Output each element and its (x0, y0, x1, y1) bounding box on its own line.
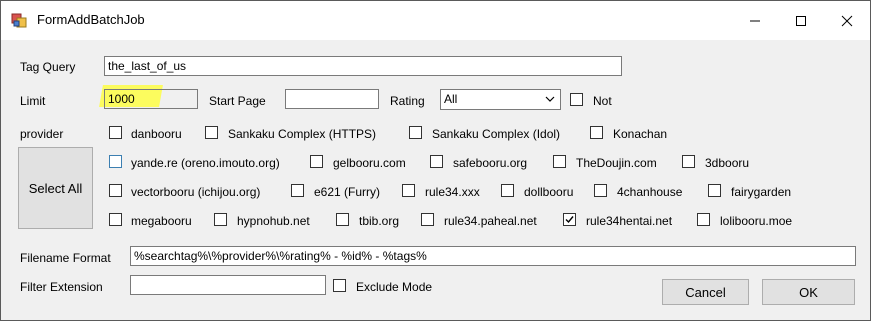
title-bar: FormAddBatchJob (1, 1, 870, 40)
filter-extension-input[interactable] (130, 275, 326, 295)
cancel-button[interactable]: Cancel (662, 279, 749, 305)
provider-label-dollbooru: dollbooru (524, 185, 574, 199)
provider-label: provider (20, 127, 64, 141)
provider-checkbox-safebooru[interactable] (430, 155, 443, 168)
minimize-icon (750, 20, 760, 21)
provider-checkbox-fairygarden[interactable] (708, 184, 721, 197)
close-icon (841, 15, 853, 26)
provider-label-gelbooru: gelbooru.com (333, 156, 406, 170)
provider-checkbox-megabooru[interactable] (109, 213, 122, 226)
limit-input[interactable]: 1000 (104, 89, 198, 109)
window-title: FormAddBatchJob (37, 12, 145, 27)
provider-checkbox-dollbooru[interactable] (501, 184, 514, 197)
rating-label: Rating (390, 94, 425, 108)
limit-label: Limit (20, 94, 46, 108)
exclude-mode-checkbox[interactable] (333, 279, 346, 292)
provider-label-e621: e621 (Furry) (314, 185, 381, 199)
start-page-label: Start Page (209, 94, 266, 108)
provider-checkbox-vectorbooru[interactable] (109, 184, 122, 197)
provider-checkbox-e621[interactable] (291, 184, 304, 197)
start-page-input[interactable] (285, 89, 379, 109)
filter-extension-label: Filter Extension (20, 280, 103, 294)
provider-checkbox-danbooru[interactable] (109, 126, 122, 139)
checkmark-icon (565, 216, 574, 224)
filename-format-label: Filename Format (20, 251, 111, 265)
provider-checkbox-thedoujin[interactable] (553, 155, 566, 168)
maximize-button[interactable] (778, 1, 824, 40)
provider-label-konachan: Konachan (613, 127, 668, 141)
provider-label-sankaku-https: Sankaku Complex (HTTPS) (228, 127, 377, 141)
provider-label-rule34paheal: rule34.paheal.net (444, 214, 537, 228)
provider-label-fairygarden: fairygarden (731, 185, 792, 199)
minimize-button[interactable] (732, 1, 778, 40)
provider-checkbox-gelbooru[interactable] (310, 155, 323, 168)
provider-checkbox-4chanhouse[interactable] (594, 184, 607, 197)
provider-label-megabooru: megabooru (131, 214, 192, 228)
rating-select[interactable]: All (440, 89, 561, 110)
provider-label-hypnohub: hypnohub.net (237, 214, 310, 228)
not-checkbox-label: Not (593, 94, 612, 108)
filename-format-input[interactable]: %searchtag%\%provider%\%rating% - %id% -… (130, 246, 856, 266)
provider-label-yandere: yande.re (oreno.imouto.org) (131, 156, 280, 170)
chevron-down-icon (545, 96, 555, 102)
provider-checkbox-sankaku-idol[interactable] (409, 126, 422, 139)
exclude-mode-label: Exclude Mode (356, 280, 433, 294)
tag-query-label: Tag Query (20, 60, 76, 74)
provider-checkbox-tbib[interactable] (336, 213, 349, 226)
provider-label-3dbooru: 3dbooru (705, 156, 750, 170)
close-button[interactable] (824, 1, 870, 40)
provider-label-tbib: tbib.org (359, 214, 400, 228)
provider-label-danbooru: danbooru (131, 127, 182, 141)
provider-checkbox-konachan[interactable] (590, 126, 603, 139)
provider-checkbox-sankaku-https[interactable] (205, 126, 218, 139)
provider-label-4chanhouse: 4chanhouse (617, 185, 683, 199)
select-all-button[interactable]: Select All (18, 147, 93, 229)
tag-query-input[interactable]: the_last_of_us (104, 56, 622, 76)
maximize-icon (796, 15, 806, 26)
provider-label-safebooru: safebooru.org (453, 156, 528, 170)
provider-label-lolibooru: lolibooru.moe (720, 214, 793, 228)
provider-checkbox-rule34xxx[interactable] (402, 184, 415, 197)
provider-label-thedoujin: TheDoujin.com (576, 156, 657, 170)
provider-checkbox-yandere[interactable] (109, 155, 122, 168)
form-app-icon (11, 13, 27, 28)
rating-select-value: All (444, 92, 458, 106)
provider-checkbox-3dbooru[interactable] (682, 155, 695, 168)
provider-label-rule34hentai: rule34hentai.net (586, 214, 673, 228)
not-checkbox[interactable] (570, 93, 583, 106)
provider-label-vectorbooru: vectorbooru (ichijou.org) (131, 185, 261, 199)
form-add-batch-job-window: FormAddBatchJob Tag Query the_last_of_us… (0, 0, 871, 321)
provider-label-sankaku-idol: Sankaku Complex (Idol) (432, 127, 561, 141)
provider-checkbox-rule34paheal[interactable] (421, 213, 434, 226)
provider-checkbox-hypnohub[interactable] (214, 213, 227, 226)
provider-checkbox-rule34hentai[interactable] (563, 213, 576, 226)
provider-label-rule34xxx: rule34.xxx (425, 185, 480, 199)
ok-button[interactable]: OK (762, 279, 855, 305)
provider-checkbox-lolibooru[interactable] (697, 213, 710, 226)
